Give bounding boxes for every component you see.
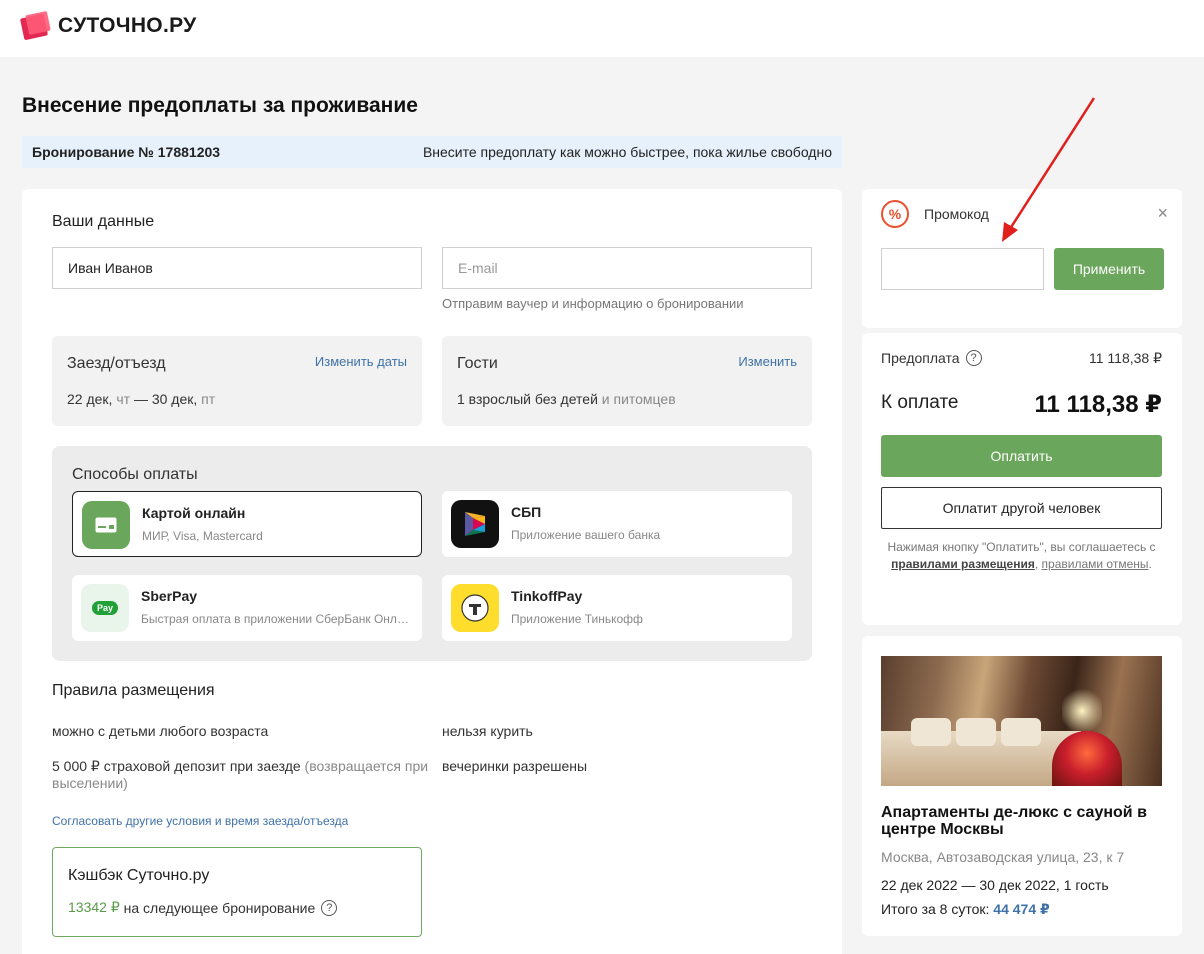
deposit-text: 5 000 ₽ страховой депозит при заезде	[52, 758, 301, 774]
card-icon	[82, 501, 130, 549]
property-total-value: 44 474 ₽	[993, 901, 1050, 917]
name-field[interactable]	[52, 247, 422, 289]
brand-logo[interactable]: СУТОЧНО.РУ	[19, 10, 197, 41]
change-guests-link[interactable]: Изменить	[738, 354, 797, 369]
brand-name: СУТОЧНО.РУ	[58, 14, 197, 37]
property-total: Итого за 8 суток: 44 474 ₽	[881, 901, 1050, 918]
sbp-icon	[451, 500, 499, 548]
agree-comma: ,	[1034, 557, 1039, 571]
help-icon[interactable]: ?	[965, 350, 982, 366]
agree-dot: .	[1148, 557, 1152, 571]
promo-label: Промокод	[924, 206, 989, 222]
email-hint: Отправим ваучер и информацию о бронирова…	[442, 296, 744, 311]
guests-box: Гости Изменить 1 взрослый без детей и пи…	[442, 336, 812, 426]
cashback-box: Кэшбэк Суточно.ру 13342 ₽ на следующее б…	[52, 847, 422, 937]
email-field[interactable]	[442, 247, 812, 289]
top-bar: СУТОЧНО.РУ	[0, 0, 1204, 57]
payment-summary: Предоплата ? 11 118,38 ₽ К оплате 11 118…	[862, 333, 1182, 625]
payment-option-sberpay[interactable]: Pay SberPay Быстрая оплата в приложении …	[72, 575, 422, 641]
property-card: Апартаменты де-люкс с сауной в центре Мо…	[862, 636, 1182, 936]
negotiate-conditions-link[interactable]: Согласовать другие условия и время заезд…	[52, 814, 348, 828]
guests-count: 1 взрослый без детей	[457, 391, 598, 407]
rule-deposit: 5 000 ₽ страховой депозит при заезде (во…	[52, 758, 432, 792]
cancel-rules-link[interactable]: правилами отмены	[1042, 557, 1149, 571]
rules-link[interactable]: правилами размещения	[891, 557, 1035, 571]
payment-option-name: СБП	[511, 504, 542, 520]
property-dates: 22 дек 2022 — 30 дек 2022, 1 гость	[881, 877, 1109, 893]
total-label: К оплате	[881, 392, 959, 413]
payment-option-name: SberPay	[141, 588, 198, 604]
dates-box: Заезд/отъезд Изменить даты 22 дек, чт — …	[52, 336, 422, 426]
payment-option-tinkoff[interactable]: TinkoffPay Приложение Тинькофф	[442, 575, 792, 641]
payment-option-sub: Быстрая оплата в приложении СберБанк Онл…	[141, 612, 413, 626]
name-input[interactable]	[68, 260, 406, 276]
payment-option-sub: Приложение вашего банка	[511, 528, 661, 542]
booking-form-card: Ваши данные Отправим ваучер и информацию…	[22, 189, 842, 954]
page-title: Внесение предоплаты за проживание	[22, 94, 418, 117]
payment-methods-title: Способы оплаты	[72, 466, 198, 483]
your-data-title: Ваши данные	[52, 213, 155, 230]
agreement-text: Нажимая кнопку "Оплатить", вы соглашаете…	[881, 539, 1162, 573]
payment-option-sub: Приложение Тинькофф	[511, 612, 643, 626]
cashback-title: Кэшбэк Суточно.ру	[68, 867, 210, 884]
payment-option-name: Картой онлайн	[142, 505, 246, 521]
promo-input[interactable]	[882, 249, 1043, 289]
pay-button[interactable]: Оплатить	[881, 435, 1162, 477]
prepay-row: Предоплата ?	[881, 350, 982, 366]
rule-parties: вечеринки разрешены	[442, 758, 588, 774]
payment-option-sbp[interactable]: СБП Приложение вашего банка	[442, 491, 792, 557]
close-icon[interactable]: ×	[1157, 203, 1168, 224]
promo-card: % Промокод × Применить	[862, 189, 1182, 328]
sberpay-icon: Pay	[81, 584, 129, 632]
rule-smoking: нельзя курить	[442, 723, 533, 739]
booking-number: Бронирование № 17881203	[32, 144, 221, 160]
payment-option-sub: МИР, Visa, Mastercard	[142, 529, 263, 543]
help-icon[interactable]: ?	[321, 899, 338, 916]
email-input[interactable]	[458, 260, 796, 276]
dates-separator: —	[133, 391, 148, 407]
cashback-value: 13342 ₽ на следующее бронирование ?	[68, 899, 338, 916]
payment-methods: Способы оплаты Картой онлайн МИР, Visa, …	[52, 446, 812, 661]
prepay-value: 11 118,38 ₽	[1088, 350, 1162, 366]
rule-kids: можно с детьми любого возраста	[52, 723, 269, 739]
percent-icon: %	[881, 200, 909, 228]
property-address: Москва, Автозаводская улица, 23, к 7	[881, 849, 1125, 865]
prepay-label: Предоплата	[881, 350, 960, 366]
apply-promo-button[interactable]: Применить	[1054, 248, 1164, 290]
other-person-pays-button[interactable]: Оплатит другой человек	[881, 487, 1162, 529]
payment-option-name: TinkoffPay	[511, 588, 583, 604]
booking-notice: Внесите предоплату как можно быстрее, по…	[422, 144, 832, 160]
guests-value: 1 взрослый без детей и питомцев	[457, 391, 676, 407]
property-photo[interactable]	[881, 656, 1162, 786]
cashback-text: на следующее бронирование	[123, 899, 316, 916]
property-total-label: Итого за 8 суток:	[881, 901, 990, 917]
checkin-date: 22 дек,	[67, 391, 113, 407]
guests-title: Гости	[457, 355, 498, 372]
rules-title: Правила размещения	[52, 682, 215, 699]
booking-strip: Бронирование № 17881203 Внесите предопла…	[22, 136, 842, 168]
checkout-date: 30 дек,	[151, 391, 198, 407]
sberpay-badge: Pay	[91, 601, 118, 615]
payment-option-card[interactable]: Картой онлайн МИР, Visa, Mastercard	[72, 491, 422, 557]
promo-field[interactable]	[881, 248, 1044, 290]
cashback-amount: 13342 ₽	[68, 899, 120, 915]
total-value: 11 118,38 ₽	[1034, 391, 1163, 418]
property-title[interactable]: Апартаменты де-люкс с сауной в центре Мо…	[881, 804, 1171, 838]
dates-value: 22 дек, чт — 30 дек, пт	[67, 391, 215, 407]
checkout-day: пт	[201, 391, 216, 407]
dates-title: Заезд/отъезд	[67, 355, 166, 372]
logo-mark-icon	[19, 10, 51, 41]
change-dates-link[interactable]: Изменить даты	[315, 354, 407, 369]
guests-pets: и питомцев	[601, 391, 676, 407]
tinkoff-icon	[451, 584, 499, 632]
agree-prefix: Нажимая кнопку "Оплатить", вы соглашаете…	[887, 540, 1156, 554]
checkin-day: чт	[116, 391, 131, 407]
